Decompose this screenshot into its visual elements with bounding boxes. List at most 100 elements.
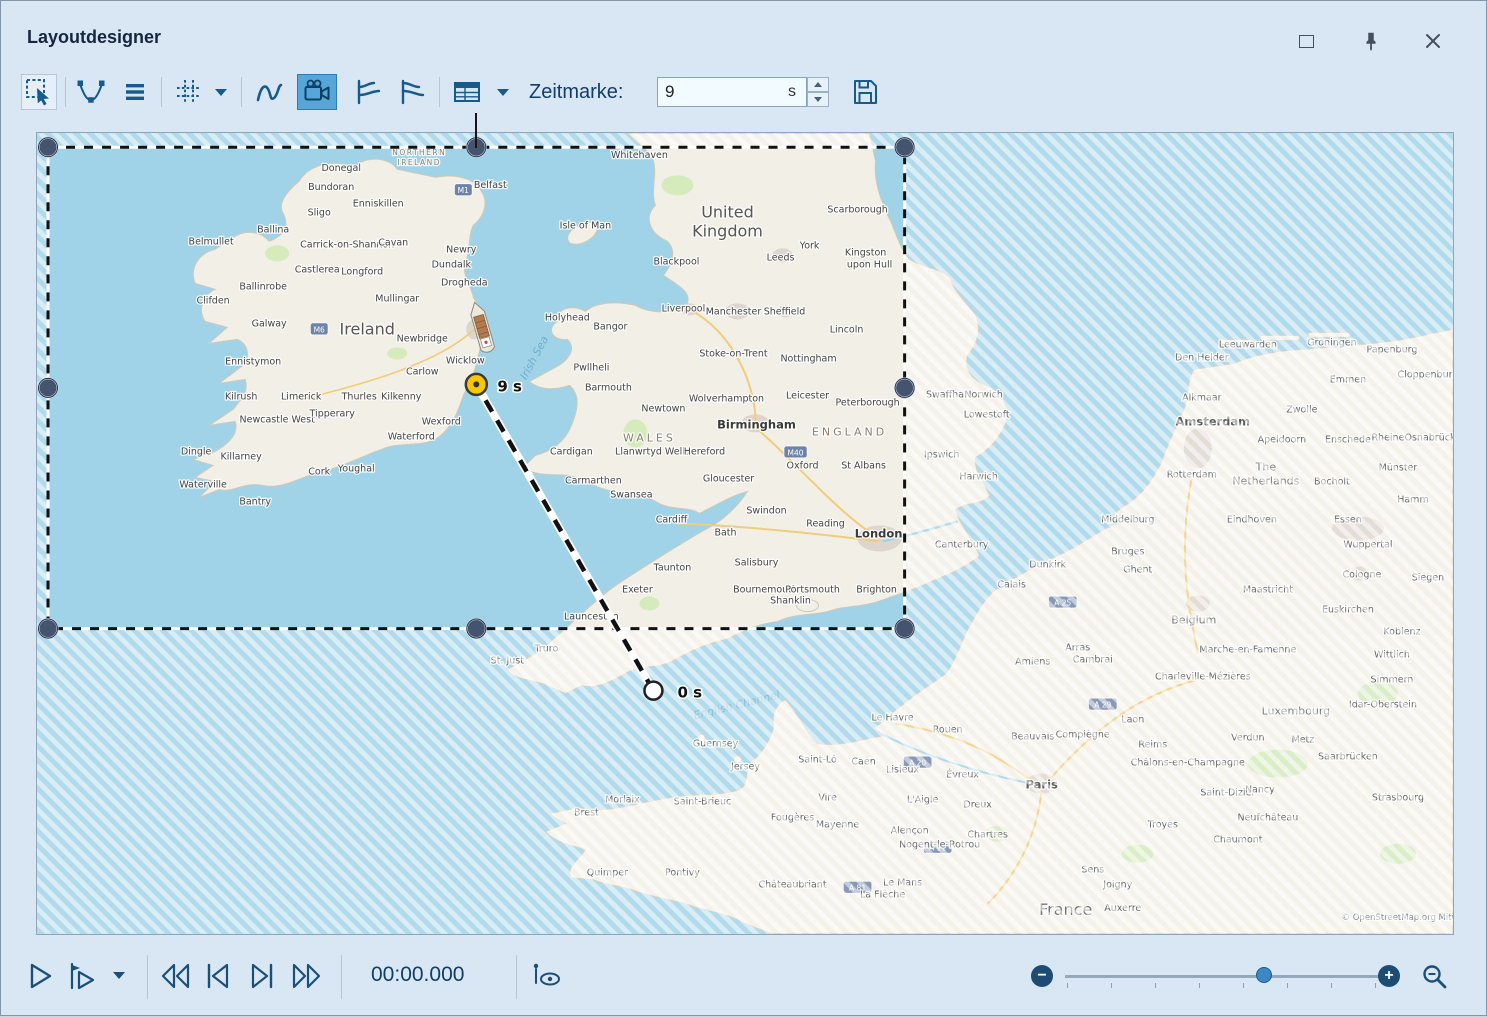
close-button[interactable]	[1416, 27, 1450, 55]
zoom-tick	[1243, 983, 1244, 988]
grid-button[interactable]	[171, 74, 207, 110]
timemarker-table-button[interactable]	[447, 74, 491, 110]
play-options-dropdown[interactable]	[111, 967, 127, 983]
map-label: Isle of Man	[560, 220, 611, 231]
route-curve-button[interactable]	[251, 74, 287, 110]
map-label: Shanklin	[770, 596, 811, 607]
play-from-marker-button[interactable]	[65, 961, 99, 991]
map-label: Taunton	[653, 563, 692, 574]
map-label: Limerick	[281, 391, 322, 402]
zoom-fit-button[interactable]	[1421, 963, 1449, 991]
selection-handle[interactable]	[895, 138, 914, 157]
map: M1M6M40A 25A 29A 20A 11A 81 NORTHERNIREL…	[37, 133, 1453, 934]
timemarker-dropdown-button[interactable]	[495, 84, 511, 100]
map-label: Sheffield	[764, 306, 806, 317]
map-label: Hereford	[684, 446, 725, 457]
previous-frame-button[interactable]	[203, 961, 233, 991]
selection-handle[interactable]	[39, 378, 58, 397]
map-label: Tipperary	[309, 408, 356, 419]
map-label: Newbridge	[397, 333, 448, 344]
time-display: 00:00.000	[371, 963, 464, 987]
map-label: York	[799, 240, 820, 251]
keyframe-end[interactable]	[466, 374, 487, 395]
map-label: Stoke-on-Trent	[699, 348, 768, 359]
minus-icon: −	[1037, 968, 1046, 984]
toolbar: Zeitmarke: s	[1, 70, 1486, 114]
fast-forward-button[interactable]	[291, 961, 323, 991]
keyframe-end-label: 9 s	[497, 377, 522, 395]
selection-handle[interactable]	[467, 619, 486, 638]
map-label: Mullingar	[375, 293, 419, 304]
map-label: Kilkenny	[381, 391, 422, 402]
camera-connector-line	[475, 113, 477, 148]
rewind-button[interactable]	[159, 961, 191, 991]
zeitmarke-label: Zeitmarke:	[529, 70, 623, 114]
play-button[interactable]	[25, 961, 55, 991]
zoom-tick	[1199, 983, 1200, 988]
map-label: Swindon	[746, 505, 786, 516]
selection-handle[interactable]	[895, 619, 914, 638]
grid-icon	[174, 77, 204, 107]
map-label: Swansea	[610, 489, 652, 500]
zeitmarke-spinner	[807, 77, 829, 107]
plus-icon: +	[1384, 968, 1393, 984]
save-icon	[850, 77, 880, 107]
map-label: Cardiff	[656, 514, 688, 525]
curve-points-icon	[76, 77, 106, 107]
play-from-marker-icon	[65, 961, 99, 991]
selection-handle[interactable]	[895, 378, 914, 397]
select-tool-button[interactable]	[21, 74, 57, 110]
fast-forward-icon	[291, 961, 323, 991]
keyframe-start[interactable]	[644, 682, 662, 700]
zoom-in-button[interactable]: +	[1378, 965, 1400, 987]
save-button[interactable]	[847, 74, 883, 110]
spin-up-button[interactable]	[807, 77, 829, 92]
layout-canvas[interactable]: M1M6M40A 25A 29A 20A 11A 81 NORTHERNIREL…	[36, 132, 1454, 935]
map-label: Galway	[252, 318, 287, 329]
zoom-out-button[interactable]: −	[1031, 965, 1053, 987]
zeitmarke-field: s	[657, 77, 807, 107]
maximize-button[interactable]	[1289, 27, 1323, 55]
toolbar-separator	[161, 77, 162, 107]
pin-button[interactable]	[1354, 27, 1388, 55]
map-label: Waterville	[179, 479, 227, 490]
selection-handle[interactable]	[39, 619, 58, 638]
map-label: Pwllheli	[573, 362, 609, 373]
map-label: Kingston	[845, 247, 886, 258]
map-label: Belfast	[474, 180, 507, 191]
ease-in-curve-button[interactable]	[349, 74, 385, 110]
road-badge-label: M1	[458, 186, 469, 195]
layoutdesigner-window: Layoutdesigner	[0, 0, 1487, 1016]
map-label: Nottingham	[780, 353, 836, 364]
ease-out-curve-button[interactable]	[393, 74, 429, 110]
layer-list-button[interactable]	[117, 74, 153, 110]
map-label: Ballinrobe	[239, 281, 287, 292]
spin-down-button[interactable]	[807, 92, 829, 107]
show-marker-toggle[interactable]	[531, 961, 563, 991]
spin-up-icon	[814, 82, 822, 87]
map-label: Youghal	[337, 463, 375, 474]
selection-handle[interactable]	[39, 138, 58, 157]
map-label: Wicklow	[446, 355, 485, 366]
ease-out-curve-icon	[396, 77, 426, 107]
map-label: Longford	[341, 266, 383, 277]
map-label: Barmouth	[585, 382, 632, 393]
zoom-slider-thumb[interactable]	[1256, 967, 1272, 983]
show-marker-eye-icon	[531, 961, 563, 991]
zoom-slider-track[interactable]	[1065, 975, 1379, 978]
grid-dropdown-button[interactable]	[213, 84, 229, 100]
keyframe-start-label: 0 s	[677, 684, 702, 702]
toolbar-separator	[439, 77, 440, 107]
zoom-tick	[1331, 983, 1332, 988]
road-badge-label: M40	[788, 448, 804, 457]
window-title: Layoutdesigner	[27, 27, 161, 48]
camera-tool-button[interactable]	[297, 74, 337, 110]
map-label: Liverpool	[662, 303, 706, 314]
next-frame-button[interactable]	[247, 961, 277, 991]
map-label: Scarborough	[827, 204, 887, 215]
zeitmarke-input[interactable]	[658, 82, 784, 102]
map-label: Killarney	[221, 451, 263, 462]
zoom-tick	[1067, 983, 1068, 988]
map-label: Wexford	[422, 416, 461, 427]
curve-points-button[interactable]	[73, 74, 109, 110]
